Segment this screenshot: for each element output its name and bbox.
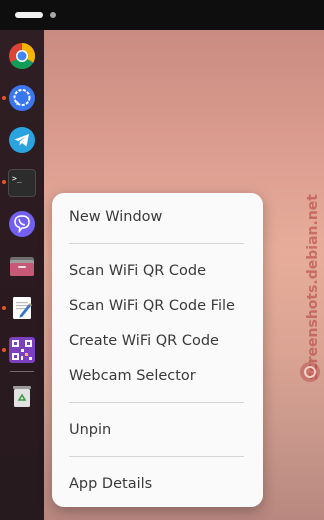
- trash-icon[interactable]: [8, 382, 36, 410]
- watermark: screenshots.debian.net: [300, 194, 321, 382]
- running-indicator: [2, 306, 6, 310]
- dock: >_: [0, 30, 44, 520]
- telegram-icon[interactable]: [8, 126, 36, 154]
- running-indicator: [2, 348, 6, 352]
- signal-icon[interactable]: [8, 84, 36, 112]
- menu-item-scan-wifi-qr-code-file[interactable]: Scan WiFi QR Code File: [69, 297, 235, 315]
- terminal-prompt: >_: [12, 174, 22, 183]
- viber-icon[interactable]: [8, 210, 36, 238]
- menu-item-app-details[interactable]: App Details: [69, 475, 152, 493]
- menu-item-scan-wifi-qr-code[interactable]: Scan WiFi QR Code: [69, 262, 206, 280]
- workspace-indicator-inactive[interactable]: [50, 12, 56, 18]
- menu-item-create-wifi-qr-code[interactable]: Create WiFi QR Code: [69, 332, 219, 350]
- app-context-menu: New Window Scan WiFi QR Code Scan WiFi Q…: [52, 193, 263, 507]
- workspace-indicator-active[interactable]: [15, 12, 43, 18]
- menu-item-webcam-selector[interactable]: Webcam Selector: [69, 367, 196, 385]
- top-bar: [0, 0, 324, 30]
- qr-code-app-icon[interactable]: [8, 336, 36, 364]
- menu-divider: [69, 243, 244, 244]
- chrome-icon[interactable]: [8, 42, 36, 70]
- watermark-text: screenshots.debian.net: [305, 194, 321, 380]
- dock-separator: [10, 371, 34, 372]
- menu-item-new-window[interactable]: New Window: [69, 208, 162, 226]
- running-indicator: [2, 96, 6, 100]
- debian-swirl-icon: [300, 362, 320, 382]
- text-editor-icon[interactable]: [8, 294, 36, 322]
- menu-item-unpin[interactable]: Unpin: [69, 421, 111, 439]
- running-indicator: [2, 180, 6, 184]
- menu-divider: [69, 456, 244, 457]
- terminal-icon[interactable]: >_: [8, 169, 36, 197]
- files-icon[interactable]: [8, 252, 36, 280]
- menu-divider: [69, 402, 244, 403]
